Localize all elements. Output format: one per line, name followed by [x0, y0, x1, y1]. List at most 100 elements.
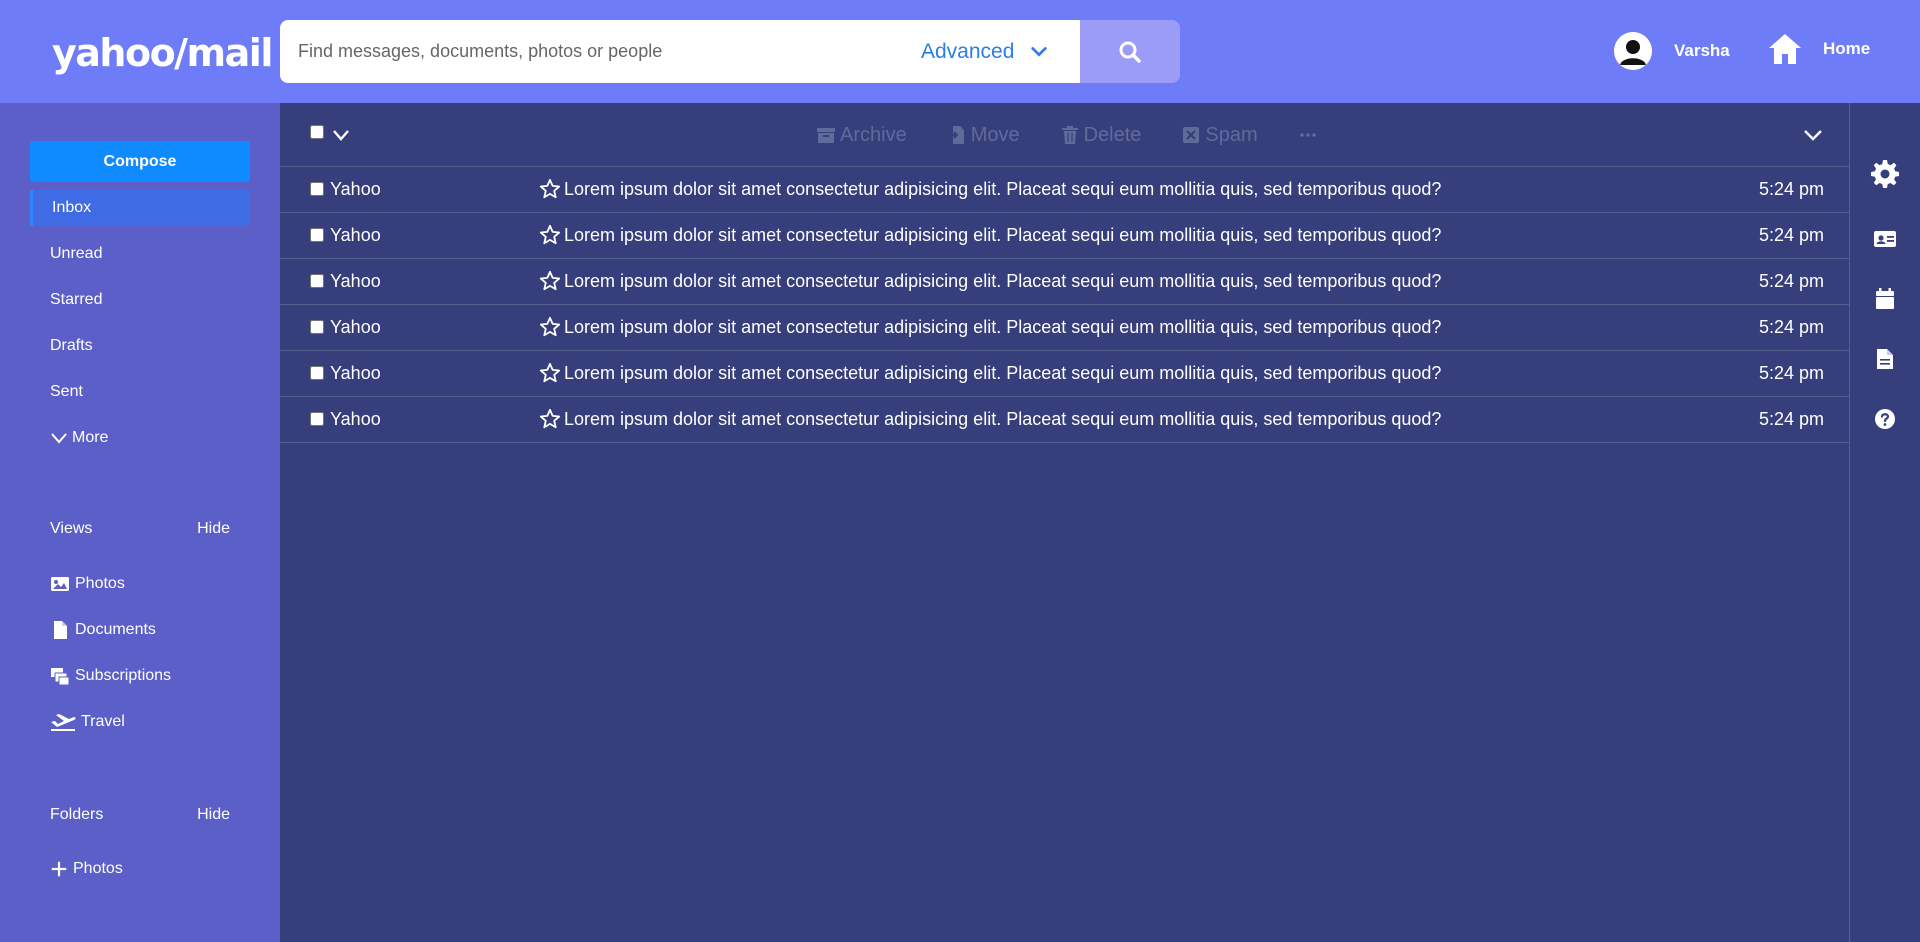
views-title: Views [50, 520, 93, 537]
plus-icon [51, 861, 67, 877]
message-toolbar: Archive Move Delete Spam [280, 103, 1850, 167]
folders-header: Folders Hide [50, 806, 230, 824]
view-label: Documents [75, 621, 156, 638]
star-icon[interactable] [539, 224, 561, 246]
chevron-down-icon[interactable] [332, 127, 350, 143]
trash-icon [1061, 126, 1078, 144]
star-icon[interactable] [539, 408, 561, 430]
nav-item-drafts[interactable]: Drafts [30, 328, 250, 364]
nav-item-starred[interactable]: Starred [30, 282, 250, 318]
add-folder-label: Photos [73, 860, 123, 877]
user-icon [1614, 32, 1652, 70]
move-label: Move [970, 123, 1020, 146]
compose-button[interactable]: Compose [30, 141, 250, 182]
select-all-checkbox[interactable] [310, 125, 324, 139]
archive-label: Archive [840, 123, 907, 146]
move-button[interactable]: Move [947, 124, 1020, 147]
views-header: Views Hide [50, 520, 230, 538]
views-hide-button[interactable]: Hide [197, 520, 230, 538]
view-item-photos[interactable]: Photos [50, 574, 125, 594]
left-sidebar: Compose Inbox Unread Starred Drafts Sent… [0, 103, 280, 942]
delete-button[interactable]: Delete [1060, 123, 1142, 147]
subscriptions-icon [51, 668, 70, 686]
home-icon [1769, 34, 1801, 64]
spam-icon [1183, 127, 1200, 143]
message-list-pane: Archive Move Delete Spam Yahoo Lorem ips… [280, 103, 1850, 942]
nav-item-unread[interactable]: Unread [30, 236, 250, 272]
view-item-documents[interactable]: Documents [50, 620, 156, 640]
gear-icon[interactable] [1870, 159, 1900, 189]
search-input[interactable] [298, 20, 858, 83]
message-sender: Yahoo [330, 179, 381, 199]
right-rail [1849, 103, 1920, 942]
folders-title: Folders [50, 806, 104, 823]
image-icon [51, 577, 69, 591]
message-row[interactable]: Yahoo Lorem ipsum dolor sit amet consect… [280, 167, 1850, 213]
message-sender: Yahoo [330, 317, 381, 337]
toolbar-actions: Archive Move Delete Spam [816, 103, 1318, 167]
search-button[interactable] [1080, 20, 1180, 83]
view-label: Subscriptions [75, 667, 172, 684]
top-header: yahoo/mail Advanced Varsha Home [0, 0, 1920, 103]
message-row[interactable]: Yahoo Lorem ipsum dolor sit amet consect… [280, 259, 1850, 305]
star-icon[interactable] [539, 316, 561, 338]
spam-label: Spam [1205, 123, 1258, 146]
message-checkbox[interactable] [310, 228, 324, 242]
document-icon[interactable] [1870, 344, 1900, 374]
chevron-down-icon [51, 433, 67, 444]
message-subject: Lorem ipsum dolor sit amet consectetur a… [564, 271, 1442, 291]
message-checkbox[interactable] [310, 274, 324, 288]
message-time: 5:24 pm [1758, 317, 1824, 337]
message-time: 5:24 pm [1758, 225, 1824, 245]
message-row[interactable]: Yahoo Lorem ipsum dolor sit amet consect… [280, 213, 1850, 259]
chevron-down-icon[interactable] [1803, 127, 1823, 143]
ellipsis-icon [1299, 133, 1316, 137]
search-bar: Advanced [280, 20, 1080, 83]
message-checkbox[interactable] [310, 412, 324, 426]
folders-hide-button[interactable]: Hide [197, 806, 230, 824]
document-icon [54, 621, 67, 639]
archive-button[interactable]: Archive [816, 124, 907, 147]
view-label: Travel [81, 713, 125, 730]
star-icon[interactable] [539, 178, 561, 200]
delete-label: Delete [1083, 123, 1142, 146]
message-checkbox[interactable] [310, 182, 324, 196]
user-profile[interactable]: Varsha [1614, 32, 1730, 70]
home-link[interactable]: Home [1767, 32, 1870, 66]
chevron-down-icon [1031, 46, 1048, 57]
message-time: 5:24 pm [1758, 409, 1824, 429]
user-name: Varsha [1674, 41, 1730, 60]
star-icon[interactable] [539, 362, 561, 384]
help-icon[interactable] [1870, 404, 1900, 434]
search-icon [1119, 41, 1141, 63]
message-row[interactable]: Yahoo Lorem ipsum dolor sit amet consect… [280, 305, 1850, 351]
star-icon[interactable] [539, 270, 561, 292]
nav-item-more[interactable]: More [30, 420, 250, 456]
advanced-search-button[interactable]: Advanced [921, 20, 1048, 83]
message-time: 5:24 pm [1758, 271, 1824, 291]
plane-icon [51, 714, 76, 731]
contact-card-icon[interactable] [1870, 224, 1900, 254]
advanced-label: Advanced [921, 40, 1015, 63]
add-folder-button[interactable]: Photos [50, 860, 123, 878]
message-time: 5:24 pm [1758, 179, 1824, 199]
message-row[interactable]: Yahoo Lorem ipsum dolor sit amet consect… [280, 351, 1850, 397]
message-subject: Lorem ipsum dolor sit amet consectetur a… [564, 363, 1442, 383]
message-list: Yahoo Lorem ipsum dolor sit amet consect… [280, 167, 1850, 443]
message-checkbox[interactable] [310, 366, 324, 380]
nav-item-inbox[interactable]: Inbox [30, 190, 250, 226]
message-subject: Lorem ipsum dolor sit amet consectetur a… [564, 317, 1442, 337]
calendar-icon[interactable] [1870, 284, 1900, 314]
message-checkbox[interactable] [310, 320, 324, 334]
more-actions-button[interactable] [1298, 125, 1318, 145]
spam-button[interactable]: Spam [1181, 123, 1258, 147]
archive-icon [817, 128, 835, 143]
message-row[interactable]: Yahoo Lorem ipsum dolor sit amet consect… [280, 397, 1850, 443]
message-sender: Yahoo [330, 363, 381, 383]
view-item-travel[interactable]: Travel [50, 712, 125, 732]
view-item-subscriptions[interactable]: Subscriptions [50, 666, 171, 686]
nav-item-sent[interactable]: Sent [30, 374, 250, 410]
yahoo-mail-logo[interactable]: yahoo/mail [52, 28, 273, 78]
message-subject: Lorem ipsum dolor sit amet consectetur a… [564, 409, 1442, 429]
move-icon [947, 126, 964, 144]
